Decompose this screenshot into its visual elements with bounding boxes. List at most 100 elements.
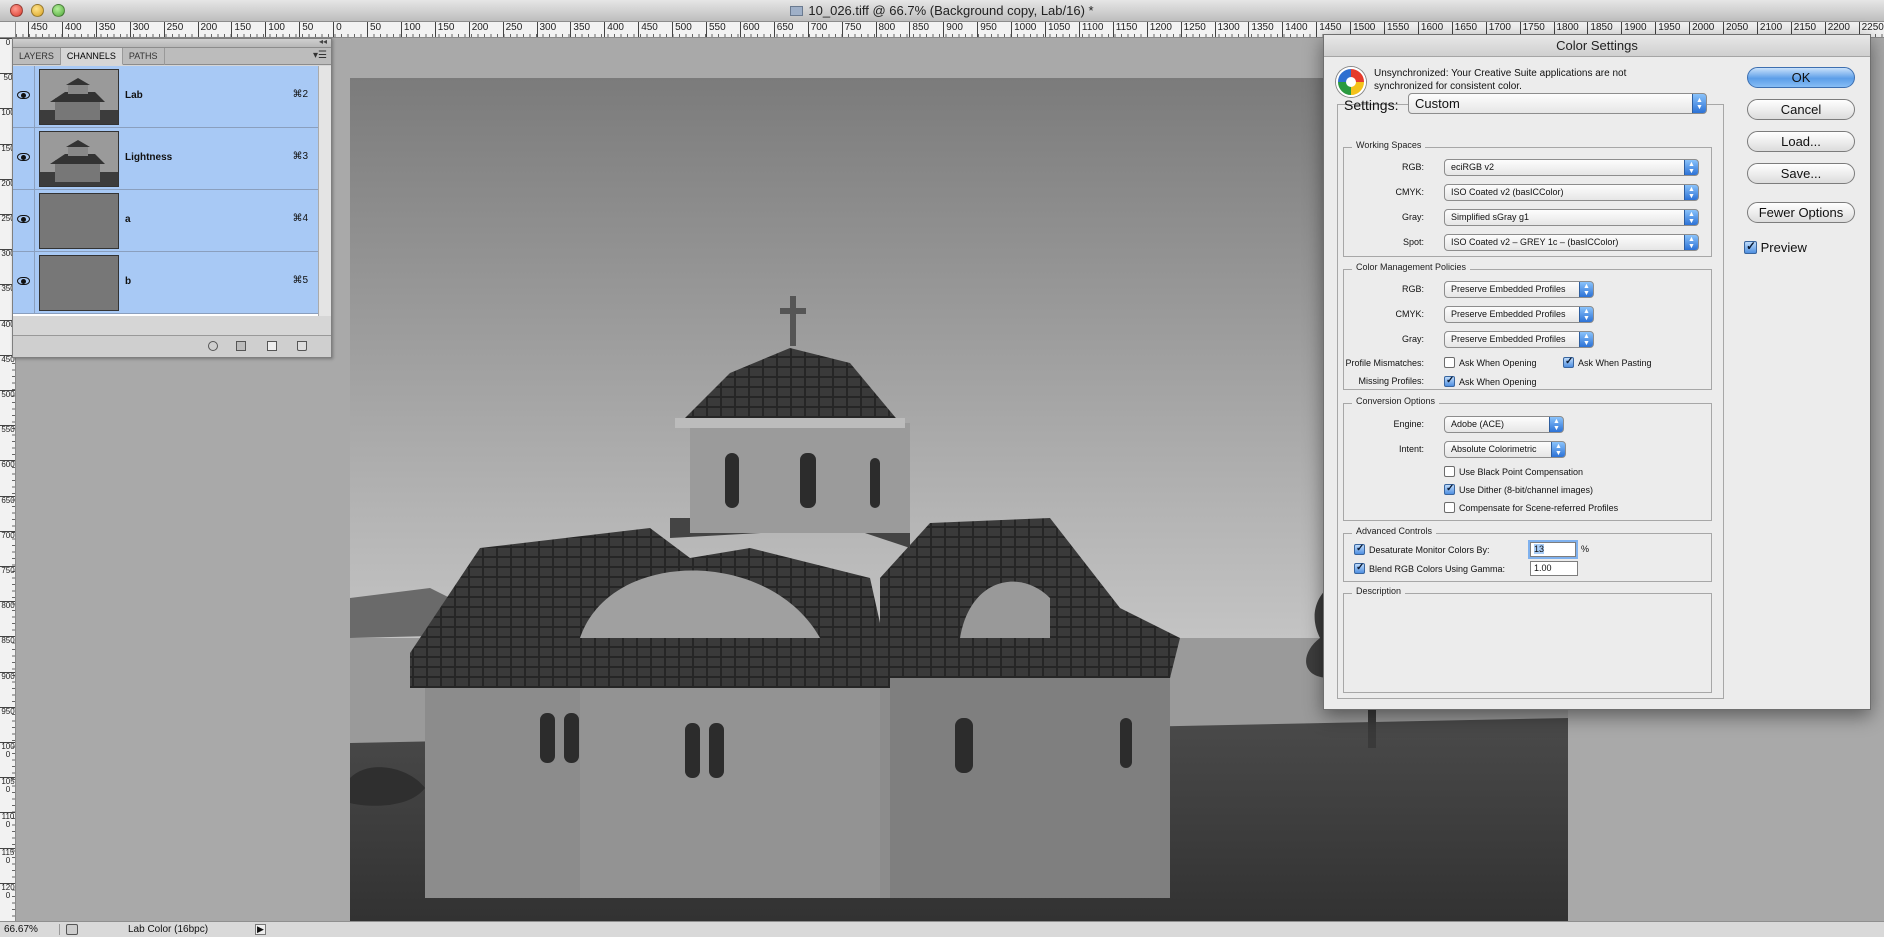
ruler-origin[interactable] [0, 22, 16, 38]
rgb-label: RGB: [1401, 162, 1424, 172]
policy-cmyk-select[interactable]: Preserve Embedded Profiles ▲ ▼ [1444, 306, 1594, 323]
panel-footer [13, 335, 331, 357]
new-channel-icon[interactable] [267, 341, 277, 351]
ruler-tick-label: 400 [61, 22, 82, 37]
black-point-checkbox[interactable] [1444, 466, 1455, 477]
description-group: Description [1343, 586, 1712, 693]
blend-gamma-option[interactable]: Blend RGB Colors Using Gamma: [1354, 562, 1505, 574]
zoom-level[interactable]: 66.67% [4, 924, 60, 935]
visibility-toggle[interactable] [13, 128, 35, 190]
load-selection-icon[interactable] [208, 341, 218, 351]
panel-scrollbar[interactable] [318, 66, 331, 316]
missing-opening-option[interactable]: Ask When Opening [1444, 375, 1537, 387]
preview-option[interactable]: Preview [1744, 239, 1807, 255]
chevron-updown-icon: ▲ ▼ [1579, 332, 1593, 347]
chevron-updown-icon: ▲ ▼ [1684, 210, 1698, 225]
desaturate-checkbox[interactable] [1354, 543, 1365, 555]
ruler-tick-label: 100 [265, 22, 285, 37]
policy-rgb-label: RGB: [1401, 284, 1424, 294]
missing-label: Missing Profiles: [1358, 376, 1424, 386]
creative-suite-sync-icon [1336, 67, 1366, 97]
blend-gamma-checkbox[interactable] [1354, 562, 1365, 574]
dither-option[interactable]: Use Dither (8-bit/channel images) [1444, 483, 1593, 495]
ruler-tick-label: 1000 [1011, 22, 1036, 37]
dither-checkbox[interactable] [1444, 483, 1455, 495]
intent-select[interactable]: Absolute Colorimetric ▲ ▼ [1444, 441, 1566, 458]
ruler-tick-label: 1200 [1146, 22, 1172, 37]
working-gray-select[interactable]: Simplified sGray g1 ▲ ▼ [1444, 209, 1699, 226]
mismatch-opening-option[interactable]: Ask When Opening [1444, 357, 1537, 368]
working-cmyk-select[interactable]: ISO Coated v2 (basICColor) ▲ ▼ [1444, 184, 1699, 201]
preview-checkbox[interactable] [1744, 239, 1757, 254]
scene-referred-checkbox[interactable] [1444, 502, 1455, 513]
chevron-updown-icon: ▲ ▼ [1579, 282, 1593, 297]
visibility-toggle[interactable] [13, 252, 35, 314]
eye-icon [17, 277, 30, 285]
ruler-tick-label: 150 [434, 22, 454, 37]
load-button[interactable]: Load... [1747, 131, 1855, 152]
settings-label: Settings: [1344, 97, 1399, 113]
channel-shortcut: ⌘2 [292, 89, 308, 100]
channel-row-lab[interactable]: Lab ⌘2 [13, 66, 318, 128]
panel-menu-icon[interactable]: ▾☰ [313, 50, 327, 61]
missing-opening-checkbox[interactable] [1444, 375, 1455, 387]
eye-icon [17, 215, 30, 223]
group-legend: Advanced Controls [1352, 526, 1437, 536]
engine-select[interactable]: Adobe (ACE) ▲ ▼ [1444, 416, 1564, 433]
policy-gray-select[interactable]: Preserve Embedded Profiles ▲ ▼ [1444, 331, 1594, 348]
save-selection-icon[interactable] [236, 341, 246, 351]
channel-row-b[interactable]: b ⌘5 [13, 252, 318, 314]
working-spot-select[interactable]: ISO Coated v2 – GREY 1c – (basICColor) ▲ ▼ [1444, 234, 1699, 251]
mismatch-pasting-option[interactable]: Ask When Pasting [1563, 356, 1652, 368]
mismatch-pasting-checkbox[interactable] [1563, 356, 1574, 368]
ruler-tick-label: 1150 [0, 847, 15, 865]
ruler-tick-label: 500 [0, 390, 15, 399]
blend-gamma-input[interactable]: 1.00 [1530, 561, 1578, 576]
channel-row-a[interactable]: a ⌘4 [13, 190, 318, 252]
ruler-tick-label: 1200 [0, 882, 15, 900]
desaturate-option[interactable]: Desaturate Monitor Colors By: [1354, 543, 1490, 555]
save-button[interactable]: Save... [1747, 163, 1855, 184]
collapse-panel-icon[interactable]: ◂◂ [319, 37, 327, 46]
settings-select[interactable]: Custom ▲ ▼ [1408, 93, 1707, 114]
mismatch-opening-checkbox[interactable] [1444, 357, 1455, 368]
status-bar: 66.67% Lab Color (16bpc) ▶ [0, 921, 1884, 937]
channel-list: Lab ⌘2 Lightness ⌘3 a ⌘4 b ⌘5 [13, 66, 318, 316]
status-menu-arrow-icon[interactable]: ▶ [255, 924, 266, 935]
ruler-tick-label: 450 [638, 22, 658, 37]
scene-referred-option[interactable]: Compensate for Scene-referred Profiles [1444, 502, 1618, 513]
fewer-options-button[interactable]: Fewer Options [1747, 202, 1855, 223]
panel-header[interactable]: ◂◂ [13, 37, 331, 48]
ruler-tick-label: 600 [0, 460, 15, 470]
ruler-tick-label: 1300 [1214, 22, 1240, 37]
ruler-tick-label: 950 [0, 706, 15, 716]
tab-channels[interactable]: CHANNELS [60, 48, 123, 65]
visibility-toggle[interactable] [13, 66, 35, 128]
ruler-tick-label: 50 [299, 22, 313, 37]
advanced-group: Advanced Controls Desaturate Monitor Col… [1343, 526, 1712, 582]
ruler-tick-label: 550 [706, 22, 726, 37]
proof-icon[interactable] [66, 924, 78, 935]
ruler-tick-label: 800 [875, 22, 895, 37]
tab-layers[interactable]: LAYERS [13, 48, 61, 65]
conversion-group: Conversion Options Engine: Adobe (ACE) ▲ ▼… [1343, 396, 1712, 521]
ruler-tick-label: 500 [672, 22, 692, 37]
desaturate-amount-input[interactable]: 13 [1530, 542, 1576, 557]
visibility-toggle[interactable] [13, 190, 35, 252]
policy-rgb-select[interactable]: Preserve Embedded Profiles ▲ ▼ [1444, 281, 1594, 298]
black-point-option[interactable]: Use Black Point Compensation [1444, 466, 1583, 477]
channel-shortcut: ⌘3 [292, 151, 308, 162]
group-legend: Conversion Options [1352, 396, 1440, 406]
document-mode: Lab Color (16bpc) [128, 924, 209, 935]
channel-name: b [125, 276, 132, 287]
policy-gray-label: Gray: [1401, 334, 1424, 344]
ruler-tick-label: 1050 [0, 777, 15, 795]
mismatch-label: Profile Mismatches: [1345, 358, 1424, 368]
tab-paths[interactable]: PATHS [123, 48, 165, 65]
ruler-tick-label: 150 [231, 22, 251, 37]
working-rgb-select[interactable]: eciRGB v2 ▲ ▼ [1444, 159, 1699, 176]
cancel-button[interactable]: Cancel [1747, 99, 1855, 120]
trash-icon[interactable] [297, 341, 307, 351]
channel-row-lightness[interactable]: Lightness ⌘3 [13, 128, 318, 190]
ok-button[interactable]: OK [1747, 67, 1855, 88]
